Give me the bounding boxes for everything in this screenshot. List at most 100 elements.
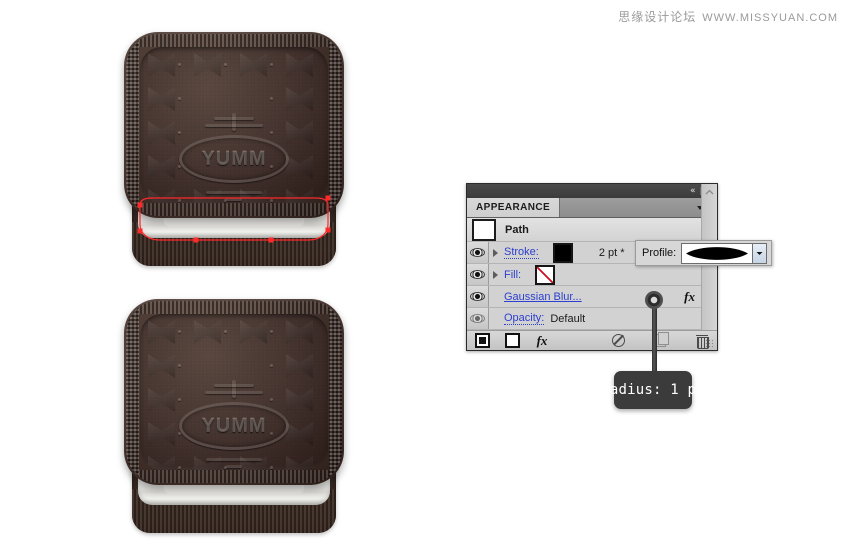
emboss-dot [178, 131, 181, 134]
disclosure-triangle-stroke[interactable] [489, 248, 502, 257]
stroke-weight-value[interactable]: 2 pt * [599, 247, 625, 259]
emboss-dot [178, 330, 181, 333]
widget-pin-knob[interactable] [645, 291, 663, 309]
visibility-toggle-gaussian-blur[interactable] [467, 286, 489, 307]
bowtie-motif [148, 87, 175, 111]
emboss-dot [178, 97, 181, 100]
bowtie-motif [286, 354, 313, 378]
panel-body: Path Stroke: 2 pt * Fill: Gaussian Blur.… [467, 184, 717, 350]
bowtie-motif [286, 422, 313, 446]
clear-appearance-button[interactable] [603, 331, 633, 350]
bowtie-motif [286, 320, 313, 344]
emboss-dot [270, 466, 273, 469]
emboss-dot [270, 131, 273, 134]
profile-label: Profile: [642, 247, 677, 259]
collapse-icon[interactable]: « [690, 186, 696, 196]
profile-dropdown[interactable] [681, 242, 768, 264]
chevron-right-icon [493, 270, 498, 279]
disclosure-triangle-fill[interactable] [489, 270, 502, 279]
bowtie-motif [194, 320, 221, 344]
filled-square-icon [474, 333, 490, 348]
chevron-right-icon [493, 248, 498, 257]
bowtie-motif [148, 320, 175, 344]
bowtie-motif [286, 53, 313, 77]
stroke-color-swatch[interactable] [552, 242, 573, 263]
visibility-toggle-opacity[interactable] [467, 308, 489, 329]
emboss-dot [270, 97, 273, 100]
add-new-stroke-button[interactable] [467, 331, 497, 350]
cookie-brand-text: YUMM [201, 147, 267, 170]
stroke-profile-popup: Profile: [635, 240, 772, 266]
emblem-crest-bottom [199, 456, 269, 470]
cookie-artwork-top: YUMM [118, 28, 350, 268]
bowtie-motif [148, 155, 175, 179]
duplicate-item-button[interactable] [645, 331, 675, 350]
add-effect-button[interactable]: fx [527, 331, 557, 350]
appearance-row-gaussian-blur[interactable]: Gaussian Blur... fx [467, 286, 717, 308]
emboss-dot [224, 63, 227, 66]
bowtie-motif [148, 456, 175, 470]
open-square-icon [504, 333, 520, 348]
emblem-crest-top [199, 111, 269, 131]
path-header-row: Path [467, 218, 717, 242]
emblem-ring: YUMM [179, 135, 289, 183]
scroll-up-icon[interactable] [702, 184, 717, 199]
emblem-ring: YUMM [179, 402, 289, 450]
emboss-dot [178, 398, 181, 401]
resize-grip-icon[interactable] [705, 339, 714, 348]
bowtie-motif [286, 155, 313, 179]
emboss-dot [178, 466, 181, 469]
wafer-inner-face: YUMM [140, 314, 328, 470]
emboss-dot [270, 364, 273, 367]
emboss-dot [270, 199, 273, 202]
radius-tooltip: Radius: 1 px [601, 371, 705, 409]
panel-titlebar: « ✕ [467, 184, 717, 198]
bowtie-motif [148, 121, 175, 145]
visibility-toggle-fill[interactable] [467, 264, 489, 285]
fill-color-swatch-none[interactable] [535, 264, 556, 285]
panel-scrollbar[interactable] [701, 184, 717, 350]
opacity-label[interactable]: Opacity: [504, 312, 545, 325]
emblem-crest-top [199, 378, 269, 398]
bowtie-motif [148, 388, 175, 412]
tabbar-filler [560, 198, 695, 217]
opacity-value[interactable]: Default [550, 313, 585, 325]
wafer-inner-face: YUMM [140, 47, 328, 203]
path-thumbnail[interactable] [472, 218, 496, 241]
gaussian-blur-label[interactable]: Gaussian Blur... [504, 291, 582, 303]
stroke-label[interactable]: Stroke: [504, 246, 539, 259]
watermark-cn-text: 思缘设计论坛 [618, 10, 697, 24]
no-symbol-icon [611, 334, 625, 347]
emboss-dot [270, 63, 273, 66]
eye-icon [470, 292, 485, 301]
eye-icon [470, 270, 485, 279]
eye-icon [470, 314, 485, 323]
appearance-row-opacity[interactable]: Opacity: Default [467, 308, 717, 330]
panel-footer-toolbar: fx [467, 330, 717, 350]
emboss-dot [178, 63, 181, 66]
chevron-down-icon[interactable] [752, 243, 767, 263]
visibility-toggle-stroke[interactable] [467, 242, 489, 263]
appearance-row-fill[interactable]: Fill: [467, 264, 717, 286]
fill-label[interactable]: Fill: [504, 269, 521, 281]
bowtie-motif [240, 53, 267, 77]
fx-icon: fx [536, 332, 548, 348]
bowtie-motif [286, 121, 313, 145]
emboss-dot [224, 330, 227, 333]
cookie-illustration: YUMM [118, 28, 350, 268]
watermark-url-text: WWW.MISSYUAN.COM [702, 12, 838, 24]
bowtie-motif [286, 87, 313, 111]
tab-appearance[interactable]: APPEARANCE [467, 198, 561, 217]
fx-icon[interactable]: fx [684, 289, 695, 305]
add-new-fill-button[interactable] [497, 331, 527, 350]
bowtie-motif [286, 456, 313, 470]
emboss-dot [270, 330, 273, 333]
bowtie-motif [286, 388, 313, 412]
cookie-illustration: YUMM [118, 295, 350, 535]
emboss-dot [178, 364, 181, 367]
width-profile-lens-icon [682, 244, 752, 263]
scrollbar-track[interactable] [702, 199, 717, 335]
emboss-dot [270, 398, 273, 401]
emboss-dot [178, 199, 181, 202]
emblem-crest-bottom [199, 189, 269, 203]
